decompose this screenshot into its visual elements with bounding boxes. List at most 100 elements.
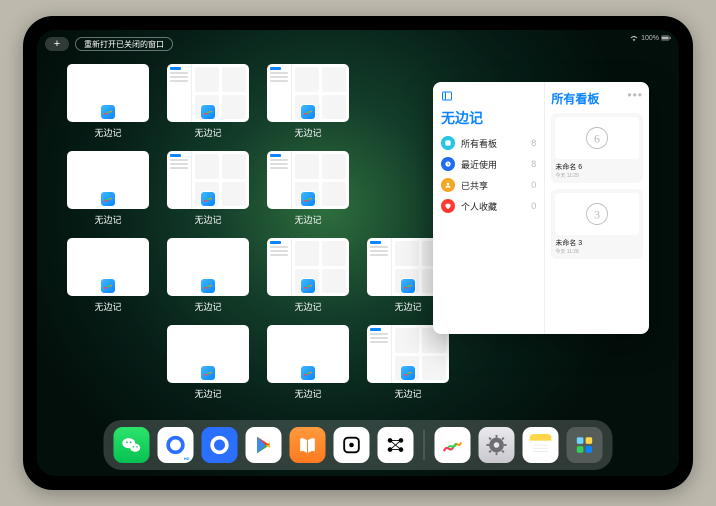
window-thumbnail[interactable]: 无边记 bbox=[167, 64, 249, 139]
window-label: 无边记 bbox=[94, 300, 121, 313]
popover-left-title: 无边记 bbox=[441, 108, 536, 128]
sidebar-item-count: 8 bbox=[531, 159, 536, 169]
notes-icon[interactable] bbox=[523, 427, 559, 463]
popover-header bbox=[441, 90, 536, 102]
window-thumbnail[interactable]: 无边记 bbox=[267, 238, 349, 313]
popover-left-pane: 无边记 所有看板 8 最近使用 8 已共享 0 个人收藏0 bbox=[433, 82, 545, 334]
window-preview bbox=[367, 325, 449, 383]
window-preview bbox=[167, 64, 249, 122]
window-preview bbox=[267, 238, 349, 296]
window-label: 无边记 bbox=[194, 126, 221, 139]
window-thumbnail[interactable]: 无边记 bbox=[167, 325, 249, 400]
window-preview bbox=[67, 238, 149, 296]
window-preview bbox=[167, 325, 249, 383]
svg-text:6: 6 bbox=[594, 132, 600, 146]
settings-icon[interactable] bbox=[479, 427, 515, 463]
board-subtitle: 今天 11:29 bbox=[555, 172, 639, 179]
battery-icon bbox=[661, 34, 671, 42]
window-preview bbox=[267, 151, 349, 209]
window-label: 无边记 bbox=[194, 300, 221, 313]
window-label: 无边记 bbox=[294, 126, 321, 139]
window-preview bbox=[67, 151, 149, 209]
dice-icon[interactable] bbox=[334, 427, 370, 463]
battery-text: 100% bbox=[641, 35, 659, 42]
freeform-appicon bbox=[300, 191, 316, 207]
reopen-closed-windows-button[interactable]: 重新打开已关闭的窗口 bbox=[75, 37, 173, 51]
freeform-appicon bbox=[200, 365, 216, 381]
window-preview bbox=[167, 238, 249, 296]
freeform-appicon bbox=[200, 191, 216, 207]
window-thumbnail[interactable]: 无边记 bbox=[67, 64, 149, 139]
quark-icon[interactable] bbox=[202, 427, 238, 463]
board-sketch: 6 bbox=[555, 117, 639, 159]
screen: + 重新打开已关闭的窗口 100% 无边记无边记无边记无边记无边记无边记无边记无… bbox=[37, 30, 679, 476]
window-thumbnail[interactable]: 无边记 bbox=[267, 151, 349, 226]
freeform-appicon bbox=[300, 365, 316, 381]
freeform-appicon bbox=[300, 104, 316, 120]
board-subtitle: 今天 11:28 bbox=[555, 248, 639, 255]
freeform-appicon bbox=[100, 191, 116, 207]
board-title: 未命名 6 bbox=[555, 162, 639, 172]
freeform-appicon bbox=[100, 104, 116, 120]
window-preview bbox=[267, 64, 349, 122]
window-thumbnail[interactable]: 无边记 bbox=[267, 325, 349, 400]
wechat-icon[interactable] bbox=[114, 427, 150, 463]
sidebar-item-count: 0 bbox=[531, 180, 536, 190]
window-label: 无边记 bbox=[94, 213, 121, 226]
window-preview bbox=[67, 64, 149, 122]
window-label: 无边记 bbox=[194, 213, 221, 226]
popover-right-pane: ••• 所有看板 6未命名 6今天 11:293未命名 3今天 11:28 bbox=[545, 82, 649, 334]
window-preview bbox=[167, 151, 249, 209]
board-sketch: 3 bbox=[555, 193, 639, 235]
window-label: 无边记 bbox=[294, 213, 321, 226]
window-grid: 无边记无边记无边记无边记无边记无边记无边记无边记无边记无边记无边记无边记无边记 bbox=[67, 64, 449, 400]
freeform-popover: 无边记 所有看板8最近使用8已共享0个人收藏0 ••• 所有看板 6未命名 6今… bbox=[433, 82, 649, 334]
sidebar-item-label: 已共享 bbox=[461, 179, 488, 192]
wifi-icon bbox=[629, 34, 639, 42]
window-label: 无边记 bbox=[394, 300, 421, 313]
window-thumbnail[interactable]: 无边记 bbox=[267, 64, 349, 139]
svg-text:3: 3 bbox=[594, 208, 600, 222]
fav-icon bbox=[441, 199, 455, 213]
window-label: 无边记 bbox=[394, 387, 421, 400]
board-card[interactable]: 3 未命名 3今天 11:28 bbox=[551, 189, 643, 259]
window-thumbnail[interactable]: 无边记 bbox=[67, 238, 149, 313]
sidebar-item-label: 个人收藏 bbox=[461, 200, 497, 213]
recent-icon bbox=[441, 157, 455, 171]
more-icon[interactable]: ••• bbox=[627, 88, 643, 102]
window-thumbnail[interactable]: 无边记 bbox=[167, 238, 249, 313]
window-thumbnail[interactable]: 无边记 bbox=[167, 151, 249, 226]
play-store-icon[interactable] bbox=[246, 427, 282, 463]
window-thumbnail[interactable]: 无边记 bbox=[67, 151, 149, 226]
sidebar-item-recent[interactable]: 最近使用 8 bbox=[441, 157, 536, 171]
sidebar-item-label: 所有看板 bbox=[461, 137, 497, 150]
all-icon bbox=[441, 136, 455, 150]
ipad-frame: + 重新打开已关闭的窗口 100% 无边记无边记无边记无边记无边记无边记无边记无… bbox=[23, 16, 693, 490]
freeform-appicon bbox=[300, 278, 316, 294]
window-label: 无边记 bbox=[294, 387, 321, 400]
sidebar-item-shared[interactable]: 已共享 0 bbox=[441, 178, 536, 192]
freeform-appicon bbox=[200, 278, 216, 294]
sidebar-item-all[interactable]: 所有看板 8 bbox=[441, 136, 536, 150]
status-bar-right: 100% bbox=[629, 34, 671, 42]
board-card[interactable]: 6 未命名 6今天 11:29 bbox=[551, 113, 643, 183]
dock bbox=[104, 420, 613, 470]
app-folder-icon[interactable] bbox=[567, 427, 603, 463]
freeform-icon[interactable] bbox=[435, 427, 471, 463]
books-icon[interactable] bbox=[290, 427, 326, 463]
add-button[interactable]: + bbox=[45, 37, 69, 51]
dock-separator bbox=[424, 430, 425, 460]
freeform-appicon bbox=[400, 278, 416, 294]
sidebar-item-fav[interactable]: 个人收藏0 bbox=[441, 199, 536, 213]
freeform-appicon bbox=[400, 365, 416, 381]
window-label: 无边记 bbox=[294, 300, 321, 313]
window-thumbnail[interactable]: 无边记 bbox=[367, 325, 449, 400]
board-title: 未命名 3 bbox=[555, 238, 639, 248]
freeform-appicon bbox=[200, 104, 216, 120]
top-bar: + 重新打开已关闭的窗口 bbox=[37, 34, 679, 54]
quark-hd-icon[interactable] bbox=[158, 427, 194, 463]
sidebar-icon bbox=[441, 90, 453, 102]
sidebar-item-count: 8 bbox=[531, 138, 536, 148]
sidebar-item-label: 最近使用 bbox=[461, 158, 497, 171]
graph-icon[interactable] bbox=[378, 427, 414, 463]
